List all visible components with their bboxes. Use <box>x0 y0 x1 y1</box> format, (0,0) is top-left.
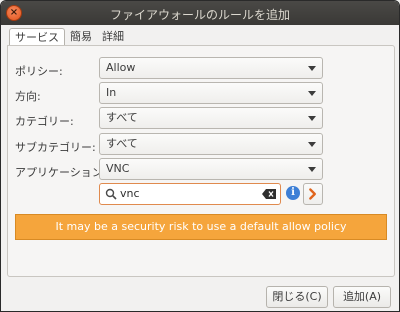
apply-search-button[interactable] <box>303 183 323 205</box>
close-button[interactable]: 閉じる(C) <box>266 286 328 308</box>
policy-warning-banner: It may be a security risk to use a defau… <box>15 214 387 240</box>
chevron-down-icon <box>308 142 316 147</box>
chevron-down-icon <box>308 167 316 172</box>
chevron-down-icon <box>308 91 316 96</box>
subcategory-value: すべて <box>106 137 138 150</box>
info-icon[interactable]: i <box>286 186 300 200</box>
application-search-input[interactable]: vnc <box>99 183 281 205</box>
policy-combo[interactable]: Allow <box>99 57 323 79</box>
application-label: アプリケーション: <box>15 166 107 179</box>
subcategory-label: サブカテゴリー: <box>15 141 96 154</box>
search-icon <box>105 188 117 200</box>
add-rule-dialog: × ファイアウォールのルールを追加 サービス 簡易 詳細 ポリシー: Allow… <box>0 0 400 312</box>
category-label: カテゴリー: <box>15 115 74 128</box>
chevron-right-icon <box>309 188 316 200</box>
subcategory-combo[interactable]: すべて <box>99 133 323 155</box>
chevron-down-icon <box>308 116 316 121</box>
chevron-down-icon <box>308 66 316 71</box>
category-combo[interactable]: すべて <box>99 107 323 129</box>
clear-text-icon[interactable] <box>262 189 276 199</box>
window-title: ファイアウォールのルールを追加 <box>109 8 290 22</box>
add-button[interactable]: 追加(A) <box>333 286 391 308</box>
tab-simple[interactable]: 簡易 <box>65 28 97 46</box>
search-value: vnc <box>120 187 140 200</box>
direction-value: In <box>106 86 117 99</box>
direction-combo[interactable]: In <box>99 82 323 104</box>
policy-value: Allow <box>106 61 136 74</box>
policy-label: ポリシー: <box>15 65 63 78</box>
category-value: すべて <box>106 111 138 124</box>
titlebar: × ファイアウォールのルールを追加 <box>1 1 399 25</box>
tab-advanced[interactable]: 詳細 <box>97 28 129 46</box>
tab-bar: サービス 簡易 詳細 <box>9 28 129 46</box>
application-combo[interactable]: VNC <box>99 158 323 180</box>
application-value: VNC <box>106 162 130 175</box>
direction-label: 方向: <box>15 90 41 103</box>
tab-service[interactable]: サービス <box>9 28 65 46</box>
